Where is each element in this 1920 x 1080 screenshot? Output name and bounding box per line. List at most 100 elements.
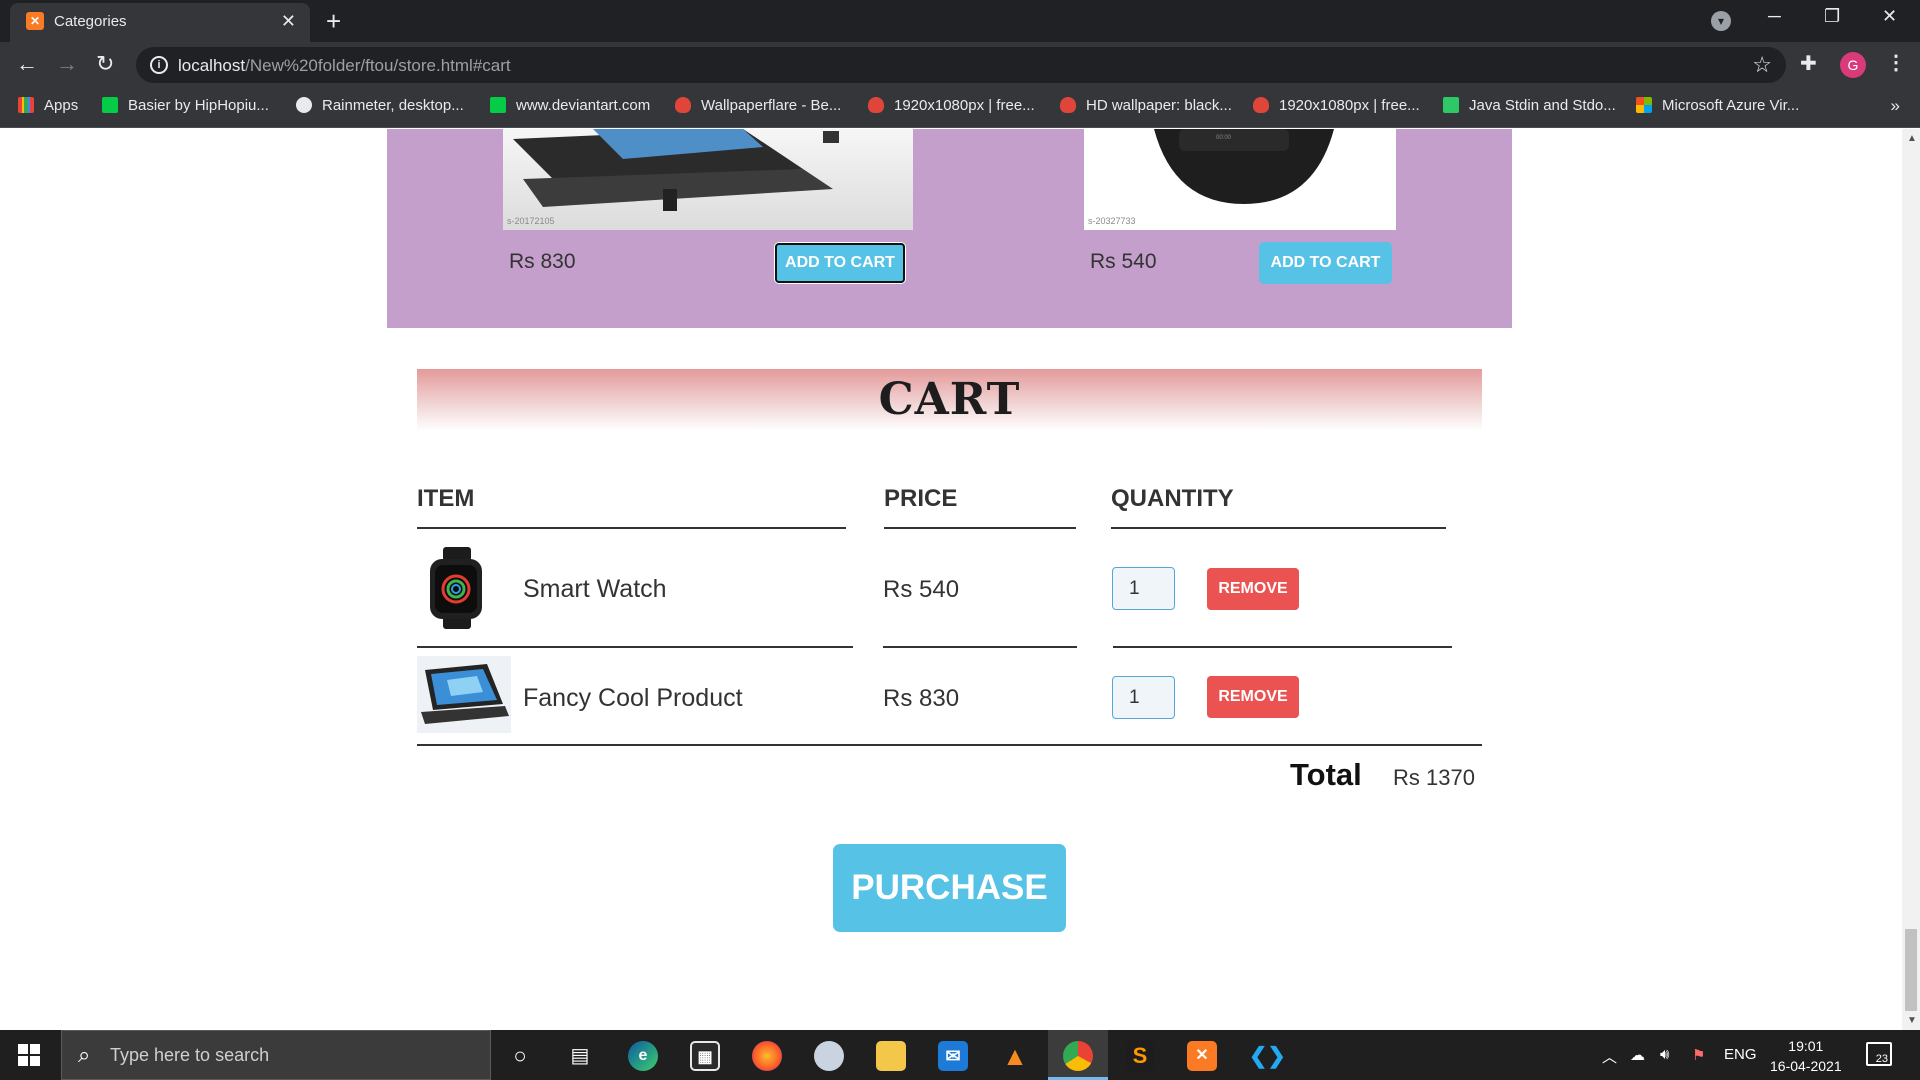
add-to-cart-button[interactable]: ADD TO CART <box>774 242 906 284</box>
bookmark-star-icon[interactable]: ☆ <box>1752 52 1772 78</box>
flame-icon <box>675 97 691 113</box>
mail-icon[interactable]: ✉ <box>938 1041 968 1071</box>
vlc-icon[interactable]: ▲ <box>1000 1041 1030 1071</box>
column-header-quantity: QUANTITY <box>1111 485 1234 512</box>
quantity-input[interactable] <box>1112 676 1175 719</box>
cart-item-thumbnail-smart-watch <box>418 547 496 632</box>
add-to-cart-button[interactable]: ADD TO CART <box>1259 242 1392 284</box>
extensions-puzzle-icon[interactable]: ✚ <box>1800 51 1817 76</box>
vscode-icon[interactable]: ❮❯ <box>1249 1041 1286 1071</box>
browser-tab[interactable]: ✕ Categories ✕ <box>10 3 310 42</box>
site-info-icon[interactable]: i <box>150 56 168 74</box>
row-divider <box>417 646 853 648</box>
notification-count: 23 <box>1875 1053 1888 1065</box>
flame-icon <box>1253 97 1269 113</box>
smart-watch-thumbnail <box>430 547 482 629</box>
cart-item-price: Rs 540 <box>883 576 960 603</box>
address-bar[interactable]: i localhost/New%20folder/ftou/store.html… <box>136 47 1786 83</box>
reload-icon[interactable]: ↻ <box>96 51 114 77</box>
header-divider <box>1111 527 1446 529</box>
deviantart-icon <box>102 97 118 113</box>
tab-search-icon[interactable]: ▾ <box>1711 11 1731 31</box>
search-placeholder: Type here to search <box>110 1045 270 1065</box>
screen-magnifier-image <box>513 129 839 211</box>
microsoft-store-icon[interactable]: ▦ <box>690 1041 720 1071</box>
tab-title: Categories <box>54 13 127 30</box>
page-scrollbar[interactable]: ▲ ▼ <box>1902 129 1920 1030</box>
cart-title: CART <box>878 374 1021 425</box>
total-value: Rs 1370 <box>1393 765 1475 790</box>
column-header-price: PRICE <box>884 485 958 512</box>
chrome-icon[interactable] <box>1063 1041 1093 1071</box>
row-divider <box>883 646 1077 648</box>
firefox-icon[interactable] <box>752 1041 782 1071</box>
scroll-down-arrow-icon[interactable]: ▼ <box>1907 1015 1917 1026</box>
remove-button[interactable]: REMOVE <box>1207 568 1299 610</box>
microsoft-icon <box>1636 97 1652 113</box>
onedrive-cloud-icon[interactable]: ☁ <box>1630 1046 1645 1064</box>
cart-item-thumbnail-fancy-product <box>417 656 511 733</box>
search-icon: ⌕ <box>78 1042 91 1067</box>
minimize-button[interactable]: ─ <box>1768 6 1781 27</box>
column-header-item: ITEM <box>417 485 475 512</box>
browser-menu-icon[interactable]: ⋮ <box>1886 50 1906 75</box>
file-explorer-icon[interactable] <box>876 1041 906 1071</box>
clock-time: 19:01 <box>1788 1038 1824 1054</box>
bookmark-azure[interactable]: Microsoft Azure Vir... <box>1636 97 1799 114</box>
profile-avatar[interactable]: G <box>1840 52 1866 78</box>
header-divider <box>417 527 846 529</box>
bookmark-deviantart[interactable]: www.deviantart.com <box>490 97 650 114</box>
screen-magnifier-thumbnail <box>417 656 511 733</box>
browser-title-bar: ✕ Categories ✕ + ▾ ─ ❐ ✕ <box>0 0 1920 42</box>
bookmark-apps[interactable]: Apps <box>18 97 78 114</box>
flame-icon <box>1060 97 1076 113</box>
cart-item-name: Fancy Cool Product <box>523 684 743 712</box>
new-tab-button[interactable]: + <box>326 6 341 37</box>
quantity-input[interactable] <box>1112 567 1175 610</box>
network-icon[interactable]: ⚑ <box>1692 1046 1705 1064</box>
hackerrank-icon <box>1443 97 1459 113</box>
more-bookmarks-icon[interactable]: » <box>1891 96 1900 116</box>
forward-arrow-icon[interactable]: → <box>56 51 78 77</box>
xampp-icon[interactable]: ✕ <box>1187 1041 1217 1071</box>
notifications-icon[interactable]: 23 <box>1866 1042 1892 1066</box>
bookmark-java-stdin[interactable]: Java Stdin and Stdo... <box>1443 97 1616 114</box>
bookmark-wallpaper-1[interactable]: 1920x1080px | free... <box>868 97 1035 114</box>
cart-item-name: Smart Watch <box>523 575 667 603</box>
windows-taskbar: ⌕ Type here to search ○ ▤ e ▦ ✉ ▲ S ✕ ❮❯… <box>0 1030 1920 1080</box>
bookmark-rainmeter[interactable]: Rainmeter, desktop... <box>296 97 464 114</box>
product-image-tag: s-20327733 <box>1088 216 1136 226</box>
remove-button[interactable]: REMOVE <box>1207 676 1299 718</box>
back-arrow-icon[interactable]: ← <box>16 51 38 77</box>
cart-item-price: Rs 830 <box>883 685 960 712</box>
paint-icon[interactable] <box>814 1041 844 1071</box>
show-hidden-icons-chevron-icon[interactable]: ︿ <box>1602 1046 1617 1067</box>
flame-icon <box>868 97 884 113</box>
url-text[interactable]: localhost/New%20folder/ftou/store.html#c… <box>178 56 511 76</box>
purchase-button[interactable]: PURCHASE <box>833 844 1066 932</box>
cart-header-banner: CART <box>417 369 1482 431</box>
windows-start-icon[interactable] <box>18 1044 40 1066</box>
edge-browser-icon[interactable]: e <box>628 1041 658 1071</box>
deviantart-icon <box>490 97 506 113</box>
volume-icon[interactable]: 🔊︎ <box>1660 1046 1669 1063</box>
product-image-smart-watch: 00:00 s-20327733 <box>1084 129 1396 230</box>
close-tab-icon[interactable]: ✕ <box>281 11 296 32</box>
task-view-icon[interactable]: ▤ <box>565 1041 595 1071</box>
taskbar-clock[interactable]: 19:01 16-04-2021 <box>1770 1036 1842 1076</box>
bookmark-basier[interactable]: Basier by HipHopiu... <box>102 97 269 114</box>
product-price: Rs 540 <box>1090 250 1157 273</box>
restore-button[interactable]: ❐ <box>1824 6 1840 27</box>
cortana-circle-icon[interactable]: ○ <box>505 1041 535 1071</box>
scroll-up-arrow-icon[interactable]: ▲ <box>1907 133 1917 144</box>
scrollbar-thumb[interactable] <box>1905 929 1917 1011</box>
language-indicator[interactable]: ENG <box>1724 1046 1757 1063</box>
close-window-button[interactable]: ✕ <box>1882 6 1897 27</box>
bookmark-wallpaper-black[interactable]: HD wallpaper: black... <box>1060 97 1232 114</box>
bookmark-wallpaper-2[interactable]: 1920x1080px | free... <box>1253 97 1420 114</box>
browser-toolbar: ← → ↻ i localhost/New%20folder/ftou/stor… <box>0 42 1920 88</box>
product-image-screen-magnifier: s-20172105 <box>503 129 913 230</box>
bookmark-wallpaperflare[interactable]: Wallpaperflare - Be... <box>675 97 841 114</box>
taskbar-search-box[interactable]: ⌕ Type here to search <box>61 1030 491 1080</box>
sublime-text-icon[interactable]: S <box>1125 1041 1155 1071</box>
